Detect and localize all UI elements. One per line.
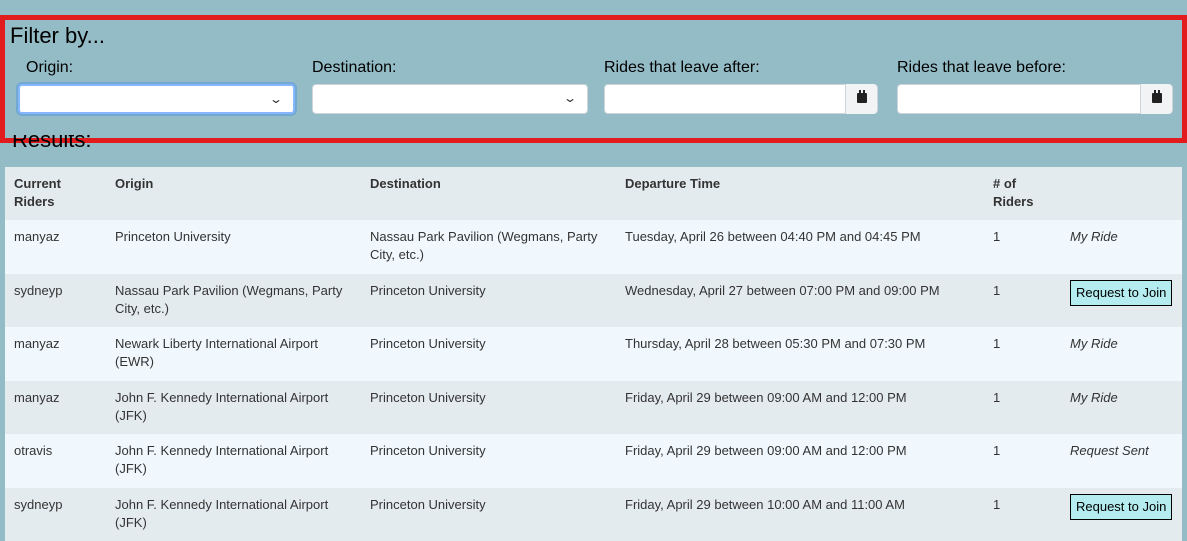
origin-cell: Newark Liberty International Airport (EW…: [106, 327, 361, 381]
leave-before-field: [897, 84, 1173, 114]
ride-status-text: My Ride: [1070, 390, 1118, 405]
column-header: # of Riders: [984, 167, 1061, 220]
destination-cell: Princeton University: [361, 274, 616, 328]
filter-title: Filter by...: [10, 23, 105, 49]
results-table: Current Riders Origin Destination Depart…: [5, 167, 1182, 541]
leave-after-label: Rides that leave after:: [604, 58, 878, 78]
request-to-join-button[interactable]: Request to Join: [1070, 280, 1172, 306]
departure-time-cell: Friday, April 29 between 09:00 AM and 12…: [616, 381, 984, 435]
request-to-join-button[interactable]: Request to Join: [1070, 494, 1172, 520]
chevron-down-icon: ⌄: [269, 92, 283, 106]
action-cell: My Ride: [1061, 381, 1182, 435]
leave-before-filter: Rides that leave before:: [897, 58, 1173, 114]
destination-label: Destination:: [312, 58, 588, 78]
rider-cell: manyaz: [5, 220, 106, 274]
rider-count-cell: 1: [984, 488, 1061, 541]
rider-cell: manyaz: [5, 327, 106, 381]
leave-after-calendar-button[interactable]: [845, 84, 877, 114]
origin-cell: Nassau Park Pavilion (Wegmans, Party Cit…: [106, 274, 361, 328]
rider-cell: sydneyp: [5, 274, 106, 328]
origin-label: Origin:: [26, 58, 295, 78]
leave-after-field: [604, 84, 878, 114]
ride-status-text: My Ride: [1070, 336, 1118, 351]
chevron-down-icon: ⌄: [563, 91, 577, 105]
rider-cell: sydneyp: [5, 488, 106, 541]
ride-status-text: Request Sent: [1070, 443, 1149, 458]
rider-count-cell: 1: [984, 327, 1061, 381]
origin-filter: Origin: ⌄: [18, 58, 295, 114]
departure-time-cell: Friday, April 29 between 09:00 AM and 12…: [616, 434, 984, 488]
action-cell: Request to Join: [1061, 274, 1182, 328]
rider-cell: manyaz: [5, 381, 106, 435]
leave-before-input[interactable]: [898, 85, 1140, 113]
column-header: Destination: [361, 167, 616, 220]
leave-after-input[interactable]: [605, 85, 845, 113]
destination-filter: Destination: ⌄: [312, 58, 588, 114]
origin-cell: John F. Kennedy International Airport (J…: [106, 381, 361, 435]
departure-time-cell: Tuesday, April 26 between 04:40 PM and 0…: [616, 220, 984, 274]
column-header: Origin: [106, 167, 361, 220]
destination-cell: Nassau Park Pavilion (Wegmans, Party Cit…: [361, 220, 616, 274]
table-row: sydneypNassau Park Pavilion (Wegmans, Pa…: [5, 274, 1182, 328]
filter-panel: Filter by... Origin: ⌄ Destination: ⌄ Ri…: [0, 15, 1187, 143]
table-row: sydneypJohn F. Kennedy International Air…: [5, 488, 1182, 541]
action-cell: My Ride: [1061, 327, 1182, 381]
ride-status-text: My Ride: [1070, 229, 1118, 244]
departure-time-cell: Friday, April 29 between 10:00 AM and 11…: [616, 488, 984, 541]
destination-cell: Princeton University: [361, 434, 616, 488]
table-header-row: Current Riders Origin Destination Depart…: [5, 167, 1182, 220]
action-cell: Request to Join: [1061, 488, 1182, 541]
rider-count-cell: 1: [984, 220, 1061, 274]
table-row: manyazNewark Liberty International Airpo…: [5, 327, 1182, 381]
rider-count-cell: 1: [984, 434, 1061, 488]
column-header: Departure Time: [616, 167, 984, 220]
destination-cell: Princeton University: [361, 327, 616, 381]
origin-cell: John F. Kennedy International Airport (J…: [106, 488, 361, 541]
calendar-icon: [1152, 93, 1162, 103]
departure-time-cell: Wednesday, April 27 between 07:00 PM and…: [616, 274, 984, 328]
leave-before-calendar-button[interactable]: [1140, 84, 1172, 114]
departure-time-cell: Thursday, April 28 between 05:30 PM and …: [616, 327, 984, 381]
rider-cell: otravis: [5, 434, 106, 488]
origin-select[interactable]: ⌄: [18, 84, 295, 114]
action-cell: Request Sent: [1061, 434, 1182, 488]
leave-after-filter: Rides that leave after:: [604, 58, 878, 114]
calendar-icon: [857, 93, 867, 103]
table-row: manyazJohn F. Kennedy International Airp…: [5, 381, 1182, 435]
column-header: [1061, 167, 1182, 220]
results-title: Results:: [12, 135, 91, 151]
rider-count-cell: 1: [984, 274, 1061, 328]
origin-cell: John F. Kennedy International Airport (J…: [106, 434, 361, 488]
column-header: Current Riders: [5, 167, 106, 220]
table-row: otravisJohn F. Kennedy International Air…: [5, 434, 1182, 488]
destination-select[interactable]: ⌄: [312, 84, 588, 114]
rider-count-cell: 1: [984, 381, 1061, 435]
origin-cell: Princeton University: [106, 220, 361, 274]
destination-cell: Princeton University: [361, 381, 616, 435]
destination-cell: Princeton University: [361, 488, 616, 541]
leave-before-label: Rides that leave before:: [897, 58, 1173, 78]
action-cell: My Ride: [1061, 220, 1182, 274]
table-row: manyazPrinceton UniversityNassau Park Pa…: [5, 220, 1182, 274]
